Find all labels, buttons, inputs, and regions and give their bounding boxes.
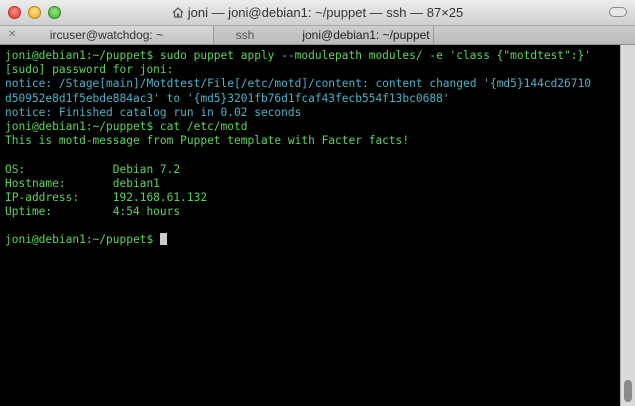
terminal-line: joni@debian1:~/puppet$ cat /etc/motd [5, 119, 248, 133]
vertical-scrollbar[interactable] [620, 45, 635, 406]
terminal-line: notice: Finished catalog run in 0.02 sec… [5, 105, 302, 119]
tab-close-icon[interactable]: ✕ [8, 30, 16, 40]
terminal-line: Hostname: debian1 [5, 176, 160, 190]
terminal-line: OS: Debian 7.2 [5, 162, 181, 176]
tab-bar-empty-area [434, 26, 635, 44]
tab-label-active: joni@debian1: ~/puppet [302, 28, 430, 42]
terminal-line: notice: /Stage[main]/Motdtest/File[/etc/… [5, 77, 591, 91]
home-icon [172, 7, 184, 18]
terminal-line: IP-address: 192.168.61.132 [5, 190, 208, 204]
tab-ircuser-watchdog[interactable]: ✕ ircuser@watchdog: ~ [0, 26, 214, 44]
tab-ssh[interactable]: ssh joni@debian1: ~/puppet [214, 26, 434, 44]
terminal-window: joni — joni@debian1: ~/puppet — ssh — 87… [0, 0, 635, 406]
terminal-line: d50952e8d1f5ebde884ac3' to '{md5}3201fb7… [5, 91, 450, 105]
window-title-text: joni — joni@debian1: ~/puppet — ssh — 87… [187, 5, 464, 20]
terminal-line: joni@debian1:~/puppet$ sudo puppet apply… [5, 49, 591, 62]
terminal-line: This is motd-message from Puppet templat… [5, 134, 410, 148]
terminal-line: Uptime: 4:54 hours [5, 205, 181, 219]
terminal-line: [sudo] password for joni: [5, 63, 174, 77]
window-title: joni — joni@debian1: ~/puppet — ssh — 87… [0, 5, 635, 20]
tab-bar: ✕ ircuser@watchdog: ~ ssh joni@debian1: … [0, 26, 635, 45]
tab-label: ssh [235, 28, 255, 42]
terminal-output[interactable]: joni@debian1:~/puppet$ sudo puppet apply… [0, 45, 620, 406]
scrollbar-thumb[interactable] [624, 380, 632, 402]
tab-label: ircuser@watchdog: ~ [49, 28, 164, 42]
title-bar[interactable]: joni — joni@debian1: ~/puppet — ssh — 87… [0, 0, 635, 26]
terminal-line: joni@debian1:~/puppet$ [5, 233, 620, 247]
terminal-cursor [159, 233, 167, 246]
toolbar-toggle-icon[interactable] [609, 7, 627, 17]
